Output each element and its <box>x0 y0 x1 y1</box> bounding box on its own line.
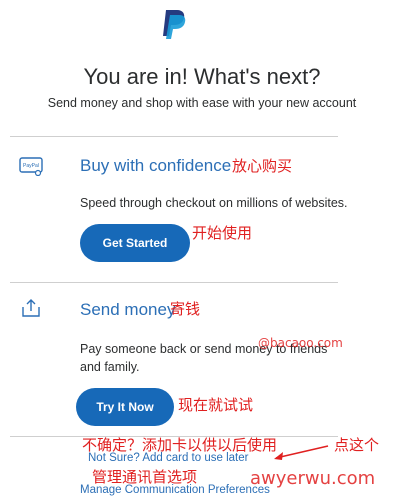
get-started-button[interactable]: Get Started <box>80 224 190 262</box>
buy-description: Speed through checkout on millions of we… <box>80 196 348 210</box>
site-watermark: @bacaoo.com <box>258 336 343 350</box>
add-card-link[interactable]: Not Sure? Add card to use later <box>88 452 248 464</box>
page-title: You are in! What's next? <box>83 64 321 89</box>
manage-preferences-link[interactable]: Manage Communication Preferences <box>80 484 270 496</box>
click-here-annotation: 点这个 <box>334 436 380 454</box>
paypal-logo <box>163 10 186 39</box>
try-it-now-button[interactable]: Try It Now <box>76 388 174 426</box>
send-money-icon <box>22 299 40 317</box>
send-money-title: Send money <box>80 300 176 319</box>
try-it-now-annotation: 现在就试试 <box>178 396 254 414</box>
buy-annotation: 放心购买 <box>232 157 293 175</box>
buy-with-confidence-title: Buy with confidence <box>80 156 232 175</box>
paypal-card-icon: PayPal <box>19 157 43 176</box>
send-money-annotation: 寄钱 <box>170 300 201 318</box>
divider-top <box>10 136 338 137</box>
arrow-annotation-icon <box>274 445 329 460</box>
svg-text:PayPal: PayPal <box>23 163 39 169</box>
get-started-annotation: 开始使用 <box>192 224 253 242</box>
divider-middle <box>10 282 338 283</box>
page-subtitle: Send money and shop with ease with your … <box>47 96 357 110</box>
footer-watermark: awyerwu.com <box>250 468 376 489</box>
